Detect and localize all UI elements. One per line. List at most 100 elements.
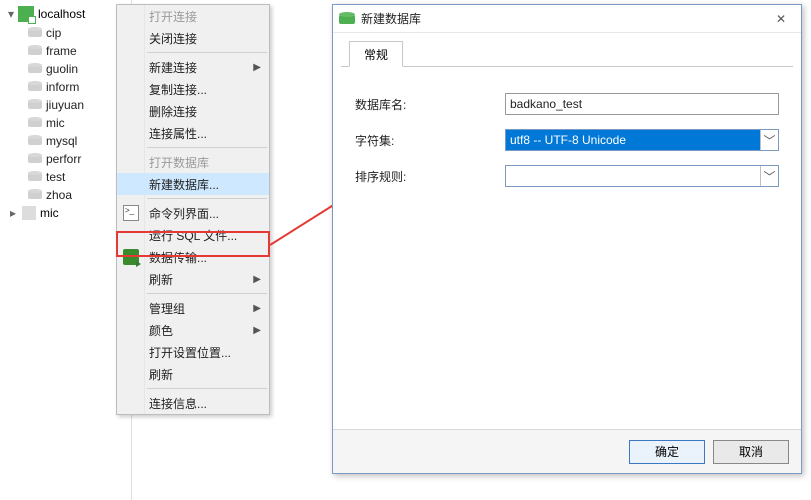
- tree-db-label: test: [46, 170, 65, 184]
- tree-extra-label: mic: [40, 206, 59, 220]
- submenu-arrow-icon: ▶: [253, 325, 261, 336]
- ctx-delete-connection[interactable]: 删除连接: [117, 100, 269, 122]
- ctx-label: 打开连接: [149, 8, 197, 25]
- tree-db-label: mysql: [46, 134, 77, 148]
- tree-db-label: perforr: [46, 152, 81, 166]
- button-label: 确定: [655, 443, 679, 460]
- tree-root-label: localhost: [38, 7, 85, 21]
- dialog-titlebar: 新建数据库 ✕: [333, 5, 801, 33]
- charset-value: utf8 -- UTF-8 Unicode: [506, 130, 760, 150]
- context-menu: 打开连接 关闭连接 新建连接▶ 复制连接... 删除连接 连接属性... 打开数…: [116, 4, 270, 415]
- ctx-new-database[interactable]: 新建数据库...: [117, 173, 269, 195]
- submenu-arrow-icon: ▶: [253, 303, 261, 314]
- dialog-form: 数据库名: 字符集: utf8 -- UTF-8 Unicode ﹀ 排序规则:…: [341, 67, 793, 191]
- sheet-icon: [22, 206, 36, 220]
- database-icon: [28, 63, 42, 75]
- ctx-label: 命令列界面...: [149, 205, 219, 222]
- submenu-arrow-icon: ▶: [253, 62, 261, 73]
- submenu-arrow-icon: ▶: [253, 274, 261, 285]
- ctx-label: 打开数据库: [149, 154, 209, 171]
- collation-value: [506, 166, 760, 186]
- label-charset: 字符集:: [355, 132, 505, 149]
- ctx-label: 刷新: [149, 366, 173, 383]
- ctx-separator: [147, 147, 267, 148]
- ctx-open-database[interactable]: 打开数据库: [117, 151, 269, 173]
- expand-toggle-icon[interactable]: ▸: [10, 206, 20, 220]
- chevron-down-icon[interactable]: ﹀: [760, 130, 778, 150]
- connection-tree-panel: ▾ localhost cip frame guolin inform jiuy…: [0, 0, 132, 500]
- ctx-label: 管理组: [149, 300, 185, 317]
- chevron-down-icon[interactable]: ﹀: [760, 166, 778, 186]
- database-icon: [28, 153, 42, 165]
- tree-root-localhost[interactable]: ▾ localhost: [0, 4, 131, 24]
- ctx-refresh-2[interactable]: 刷新: [117, 363, 269, 385]
- charset-combobox[interactable]: utf8 -- UTF-8 Unicode ﹀: [505, 129, 779, 151]
- dialog-close-button[interactable]: ✕: [761, 5, 801, 33]
- database-icon: [28, 189, 42, 201]
- label-collation: 排序规则:: [355, 168, 505, 185]
- label-db-name: 数据库名:: [355, 96, 505, 113]
- dialog-body: 常规 数据库名: 字符集: utf8 -- UTF-8 Unicode ﹀ 排序…: [341, 41, 793, 429]
- ctx-label: 颜色: [149, 322, 173, 339]
- ctx-label: 运行 SQL 文件...: [149, 227, 237, 244]
- tab-underline: [341, 66, 793, 67]
- terminal-icon: [123, 205, 139, 221]
- collapse-toggle-icon[interactable]: ▾: [6, 7, 16, 21]
- tree-db-label: inform: [46, 80, 79, 94]
- ok-button[interactable]: 确定: [629, 440, 705, 464]
- tree-extra-item[interactable]: ▸ mic: [0, 204, 131, 222]
- ctx-data-transfer[interactable]: 数据传输...: [117, 246, 269, 268]
- form-row-collation: 排序规则: ﹀: [355, 161, 779, 191]
- dialog-footer: 确定 取消: [333, 429, 801, 473]
- ctx-label: 打开设置位置...: [149, 344, 231, 361]
- ctx-close-connection[interactable]: 关闭连接: [117, 27, 269, 49]
- ctx-command-line[interactable]: 命令列界面...: [117, 202, 269, 224]
- transfer-icon: [123, 249, 139, 265]
- ctx-connection-properties[interactable]: 连接属性...: [117, 122, 269, 144]
- ctx-duplicate-connection[interactable]: 复制连接...: [117, 78, 269, 100]
- database-icon: [339, 12, 355, 26]
- ctx-refresh[interactable]: 刷新 ▶: [117, 268, 269, 290]
- ctx-separator: [147, 52, 267, 53]
- ctx-open-connection[interactable]: 打开连接: [117, 5, 269, 27]
- database-icon: [28, 81, 42, 93]
- close-icon: ✕: [776, 12, 786, 26]
- ctx-label: 连接属性...: [149, 125, 207, 142]
- tree-db-label: mic: [46, 116, 65, 130]
- ctx-run-sql-file[interactable]: 运行 SQL 文件...: [117, 224, 269, 246]
- database-icon: [28, 171, 42, 183]
- ctx-color[interactable]: 颜色 ▶: [117, 319, 269, 341]
- ctx-label: 删除连接: [149, 103, 197, 120]
- tree-db-label: cip: [46, 26, 61, 40]
- db-name-input[interactable]: [505, 93, 779, 115]
- tree-db-label: zhoa: [46, 188, 72, 202]
- ctx-manage-group[interactable]: 管理组 ▶: [117, 297, 269, 319]
- database-icon: [28, 99, 42, 111]
- ctx-label: 刷新: [149, 271, 173, 288]
- cancel-button[interactable]: 取消: [713, 440, 789, 464]
- tab-general[interactable]: 常规: [349, 41, 403, 67]
- button-label: 取消: [739, 443, 763, 460]
- dialog-title: 新建数据库: [361, 10, 761, 27]
- database-icon: [28, 117, 42, 129]
- ctx-separator: [147, 198, 267, 199]
- tab-bar: 常规: [341, 41, 793, 67]
- tree-db-label: guolin: [46, 62, 78, 76]
- ctx-connection-info[interactable]: 连接信息...: [117, 392, 269, 414]
- tree-db-label: jiuyuan: [46, 98, 84, 112]
- form-row-db-name: 数据库名:: [355, 89, 779, 119]
- ctx-new-connection[interactable]: 新建连接▶: [117, 56, 269, 78]
- tab-label: 常规: [364, 46, 388, 63]
- ctx-open-settings-location[interactable]: 打开设置位置...: [117, 341, 269, 363]
- database-icon: [28, 135, 42, 147]
- collation-combobox[interactable]: ﹀: [505, 165, 779, 187]
- ctx-label: 连接信息...: [149, 395, 207, 412]
- tree-children: cip frame guolin inform jiuyuan mic mysq…: [0, 24, 131, 204]
- new-database-dialog: 新建数据库 ✕ 常规 数据库名: 字符集: utf8 -- UTF-8 Unic…: [332, 4, 802, 474]
- ctx-separator: [147, 388, 267, 389]
- server-icon: [18, 6, 34, 22]
- ctx-label: 数据传输...: [149, 249, 207, 266]
- form-row-charset: 字符集: utf8 -- UTF-8 Unicode ﹀: [355, 125, 779, 155]
- ctx-label: 关闭连接: [149, 30, 197, 47]
- tree-db-label: frame: [46, 44, 77, 58]
